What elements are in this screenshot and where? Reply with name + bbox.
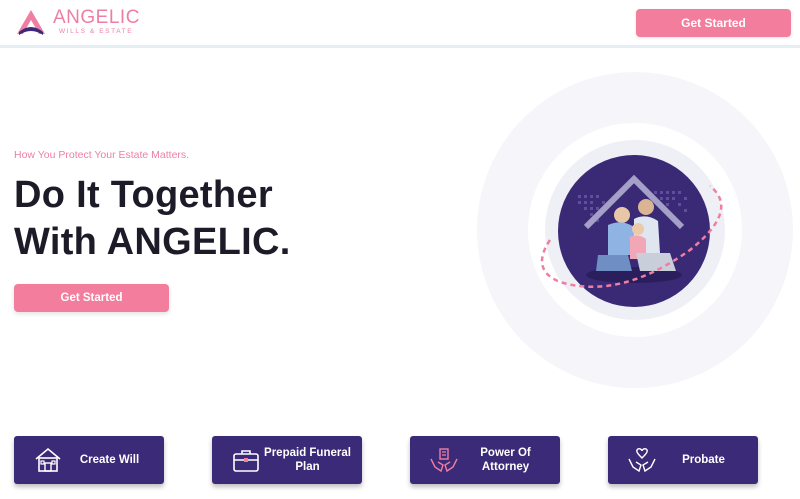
headline-line-1: Do It Together: [14, 174, 273, 216]
service-card-create-will[interactable]: Create Will: [14, 436, 164, 484]
hero-tagline: How You Protect Your Estate Matters.: [14, 149, 190, 161]
service-label: Power Of Attorney: [480, 447, 531, 473]
service-card-probate[interactable]: Probate: [608, 436, 758, 484]
house-icon: [35, 447, 61, 472]
hero-get-started-button[interactable]: Get Started: [14, 284, 169, 312]
briefcase-icon: [233, 450, 259, 472]
decor-dashed-orbit: [540, 185, 723, 288]
brand-name: ANGELIC: [53, 7, 140, 29]
service-label: Create Will: [79, 454, 140, 466]
brand-subtitle: WILLS & ESTATE: [59, 28, 134, 36]
service-card-power-of-attorney[interactable]: Power Of Attorney: [410, 436, 560, 484]
service-label: Probate: [682, 454, 725, 466]
brand-logo[interactable]: ANGELIC WILLS & ESTATE: [15, 8, 140, 36]
service-label: Prepaid Funeral Plan: [264, 447, 351, 473]
header-get-started-button[interactable]: Get Started: [636, 9, 791, 37]
service-card-prepaid-funeral-plan[interactable]: Prepaid Funeral Plan: [212, 436, 362, 484]
hands-building-icon: [430, 448, 458, 473]
logo-a-icon: [17, 10, 45, 35]
headline-line-2: With ANGELIC.: [14, 221, 291, 263]
hero-headline: Do It Together With ANGELIC.: [14, 172, 291, 266]
site-header: ANGELIC WILLS & ESTATE Get Started: [0, 0, 800, 48]
hands-heart-icon: [628, 448, 656, 473]
